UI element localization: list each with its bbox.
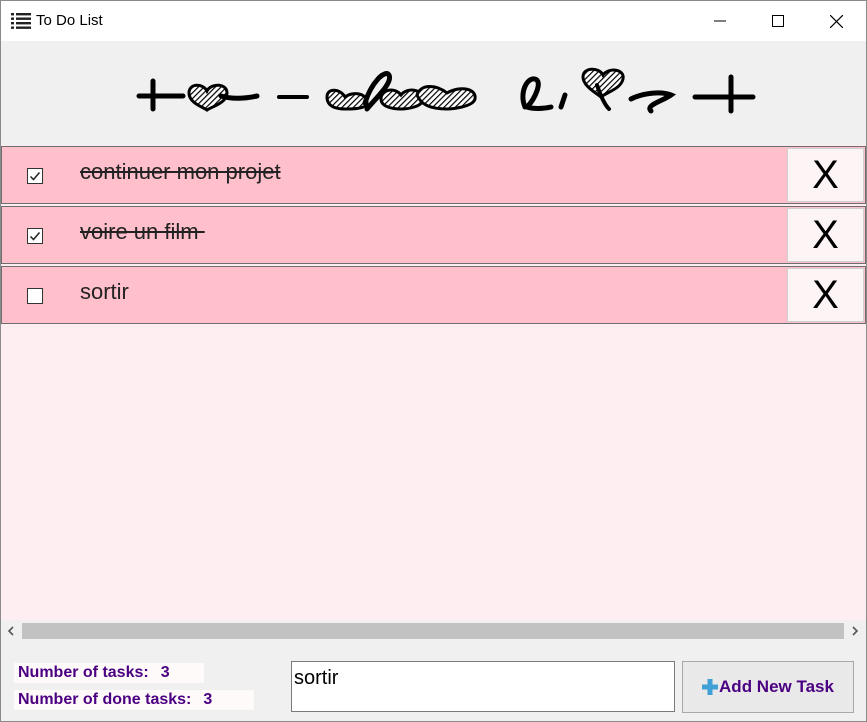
app-logo	[136, 67, 756, 114]
chevron-right-icon	[852, 626, 859, 636]
chevron-left-icon	[7, 626, 14, 636]
list-icon	[11, 13, 31, 29]
window-title: To Do List	[36, 12, 103, 29]
footer-panel: Number of tasks: 3 Number of done tasks: 3…	[1, 642, 866, 721]
close-icon	[829, 14, 843, 28]
delete-task-button[interactable]: X	[787, 148, 864, 202]
minimize-icon	[714, 20, 726, 22]
scrollbar-thumb[interactable]	[22, 623, 844, 639]
horizontal-scrollbar[interactable]	[1, 620, 866, 642]
scroll-right-button[interactable]	[846, 622, 864, 640]
delete-task-button[interactable]: X	[787, 208, 864, 262]
maximize-button[interactable]	[749, 1, 807, 41]
task-label: voire un film	[80, 219, 205, 244]
new-task-input[interactable]: sortir	[291, 661, 675, 712]
task-count-value: 3	[160, 664, 170, 681]
delete-task-button[interactable]: X	[787, 268, 864, 322]
task-checkbox[interactable]	[27, 228, 43, 244]
done-count-label: Number of done tasks: 3	[14, 690, 254, 710]
checkmark-icon	[29, 232, 41, 241]
task-count-label: Number of tasks: 3	[14, 663, 204, 683]
plus-icon	[702, 679, 719, 695]
minimize-button[interactable]	[691, 1, 749, 41]
done-count-value: 3	[203, 691, 213, 708]
app-window: To Do List continuer mon projet X voire …	[0, 0, 867, 722]
task-row: continuer mon projet X	[1, 146, 866, 204]
checkmark-icon	[29, 172, 41, 181]
task-row: sortir X	[1, 266, 866, 324]
task-label: sortir	[80, 279, 129, 304]
maximize-icon	[772, 15, 784, 27]
close-button[interactable]	[807, 1, 865, 41]
title-bar: To Do List	[1, 1, 866, 41]
task-checkbox[interactable]	[27, 168, 43, 184]
task-row: voire un film X	[1, 206, 866, 264]
add-task-label: Add New Task	[719, 677, 834, 696]
task-label: continuer mon projet	[80, 159, 281, 184]
task-count-caption: Number of tasks:	[18, 664, 149, 681]
add-task-button[interactable]: Add New Task	[682, 661, 854, 713]
scroll-left-button[interactable]	[2, 622, 20, 640]
task-checkbox[interactable]	[27, 288, 43, 304]
done-count-caption: Number of done tasks:	[18, 691, 192, 708]
